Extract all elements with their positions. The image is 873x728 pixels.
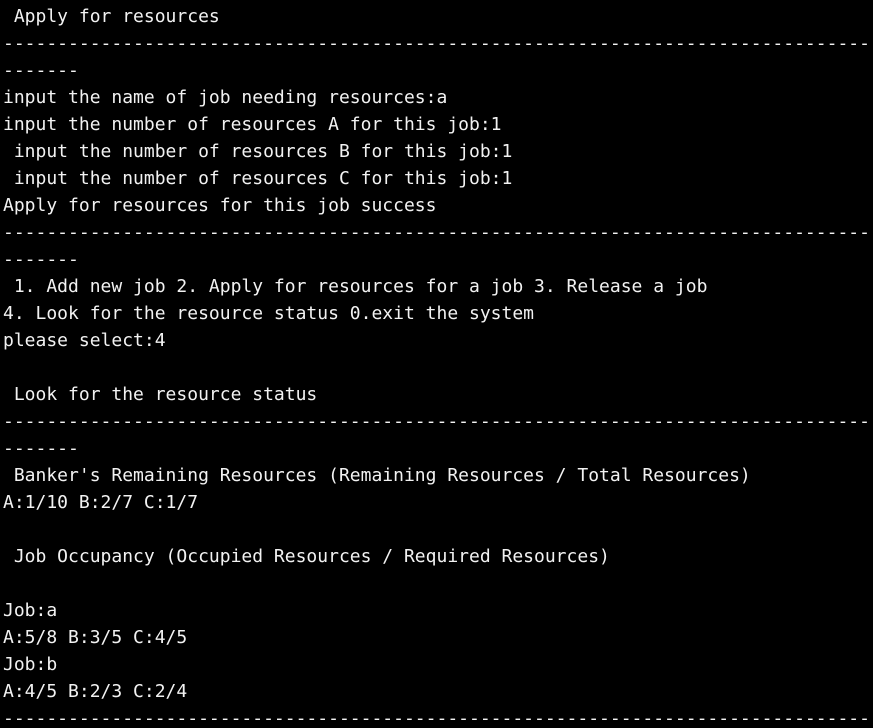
terminal-line-resource-b-prompt: input the number of resources B for this… [3, 141, 513, 162]
terminal-line-job-name-prompt: input the name of job needing resources:… [3, 87, 448, 108]
terminal-line-divider-tail: ------- [3, 438, 79, 459]
terminal-line-divider-tail: ------- [3, 60, 79, 81]
terminal-line-job-a-name: Job:a [3, 600, 58, 621]
terminal-line-job-b-values: A:4/5 B:2/3 C:2/4 [3, 681, 188, 702]
terminal-line-menu-options: 1. Add new job 2. Apply for resources fo… [3, 276, 708, 297]
terminal-line-resource-c-prompt: input the number of resources C for this… [3, 168, 513, 189]
terminal-line-banker-heading: Banker's Remaining Resources (Remaining … [3, 465, 751, 486]
terminal-window[interactable]: Apply for resources --------------------… [0, 0, 873, 728]
terminal-line-select-prompt: please select:4 [3, 330, 166, 351]
terminal-line-resource-a-prompt: input the number of resources A for this… [3, 114, 502, 135]
terminal-line-divider-tail: ------- [3, 249, 79, 270]
terminal-line-job-b-name: Job:b [3, 654, 58, 675]
terminal-line-job-occupancy-heading: Job Occupancy (Occupied Resources / Requ… [3, 546, 610, 567]
terminal-line-divider: ----------------------------------------… [3, 708, 873, 728]
terminal-line-status-title: Look for the resource status [3, 384, 318, 405]
terminal-line-banker-values: A:1/10 B:2/7 C:1/7 [3, 492, 199, 513]
terminal-line-success-message: Apply for resources for this job success [3, 195, 437, 216]
terminal-line-section-title: Apply for resources [3, 6, 220, 27]
terminal-line-menu-options-cont: 4. Look for the resource status 0.exit t… [3, 303, 535, 324]
terminal-line-divider: ----------------------------------------… [3, 411, 873, 432]
terminal-line-divider: ----------------------------------------… [3, 33, 873, 54]
terminal-line-job-a-values: A:5/8 B:3/5 C:4/5 [3, 627, 188, 648]
terminal-line-divider: ----------------------------------------… [3, 222, 873, 243]
